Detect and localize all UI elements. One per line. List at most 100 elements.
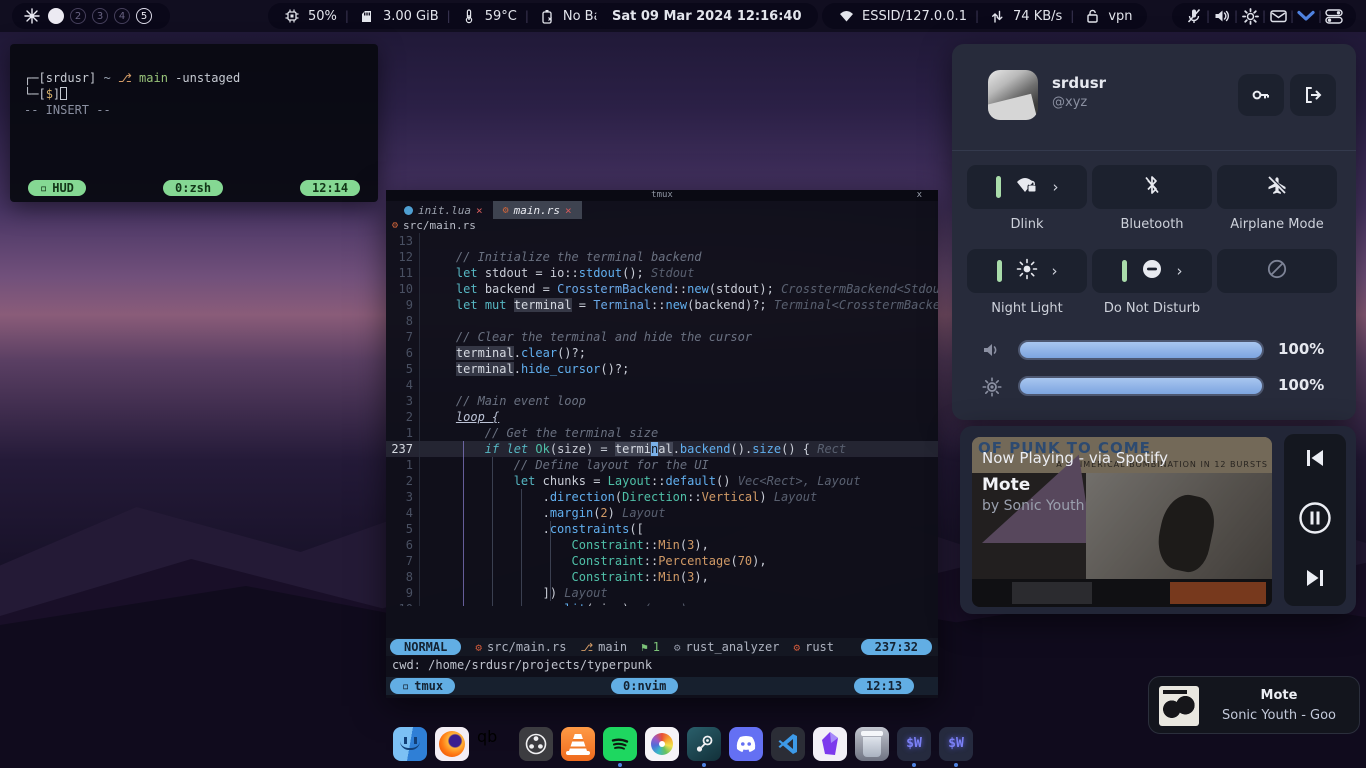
chevron-right-icon[interactable]: › — [1177, 262, 1183, 280]
sun-icon — [1016, 258, 1038, 284]
next-track-button[interactable] — [1304, 568, 1326, 592]
volume-slider[interactable] — [1018, 340, 1264, 360]
code-line: 9 ]) Layout — [386, 585, 938, 601]
close-icon[interactable]: × — [565, 204, 572, 217]
terminal-clock-pill: 12:14 — [300, 180, 360, 196]
statusline-lsp: rust_analyzer — [686, 640, 780, 654]
toggle-do-not-disturb[interactable]: › — [1092, 249, 1212, 293]
user-name: srdusr — [1052, 74, 1106, 92]
mail-icon[interactable] — [1268, 9, 1288, 23]
close-icon[interactable]: x — [917, 190, 922, 201]
dock-item-photos[interactable] — [645, 727, 679, 761]
mic-muted-icon[interactable] — [1184, 8, 1204, 24]
code-line: 7 // Clear the terminal and hide the cur… — [386, 329, 938, 345]
code-line: 5 .constraints([ — [386, 521, 938, 537]
workspace-3[interactable]: 3 — [92, 8, 108, 24]
dock-item-firefox[interactable] — [435, 727, 469, 761]
tab-init.lua[interactable]: init.lua× — [394, 201, 493, 219]
toggle-night-light[interactable]: › — [967, 249, 1087, 293]
tmux-session-pill[interactable]: ▫tmux — [390, 678, 455, 694]
tab-main.rs[interactable]: ⚙main.rs× — [493, 201, 582, 219]
active-indicator — [997, 260, 1002, 282]
avatar[interactable] — [988, 70, 1038, 120]
notification-title: Mote — [1207, 688, 1351, 703]
terminal-window-pill[interactable]: 0:zsh — [163, 180, 223, 196]
track-artist: by Sonic Youth — [982, 498, 1084, 514]
code-line: 3 .direction(Direction::Vertical) Layout — [386, 489, 938, 505]
cpu-value: 50% — [308, 9, 337, 24]
throughput-value: 74 KB/s — [1013, 9, 1062, 24]
code-line: 13 — [386, 233, 938, 249]
volume-icon[interactable] — [1212, 8, 1232, 24]
clock[interactable]: Sat 09 Mar 2024 12:16:40 — [596, 3, 818, 29]
code-line: 10 let backend = CrosstermBackend::new(s… — [386, 281, 938, 297]
code-line: 4 .margin(2) Layout — [386, 505, 938, 521]
brightness-slider[interactable] — [1018, 376, 1264, 396]
toggle-label: Do Not Disturb — [1082, 301, 1222, 316]
desktop: 12345 50% | 3.00 GiB | 59°C | No Bat Sat… — [0, 0, 1366, 768]
chevron-down-icon[interactable] — [1296, 10, 1316, 22]
cursor-position-badge: 237:32 — [861, 639, 932, 655]
media-controls — [1284, 434, 1346, 606]
toggle-bluetooth[interactable] — [1092, 165, 1212, 209]
notification-popup[interactable]: Mote Sonic Youth - Goo — [1148, 676, 1360, 734]
chevron-right-icon[interactable]: › — [1052, 262, 1058, 280]
brightness-slider-row: 100% — [952, 376, 1356, 398]
lsp-gear-icon: ⚙ — [674, 641, 681, 654]
workspace-2[interactable]: 2 — [70, 8, 86, 24]
dock-item-spotify[interactable] — [603, 727, 637, 761]
dock-item-vlc[interactable] — [561, 727, 595, 761]
running-indicator — [912, 763, 916, 767]
terminal-window[interactable]: ┌─[srdusr] ~ ⎇ main -unstaged └─[$] -- I… — [10, 44, 378, 202]
album-thumbnail — [1159, 686, 1199, 726]
star-icon[interactable] — [22, 8, 42, 24]
code-line: 7 Constraint::Percentage(70), — [386, 553, 938, 569]
control-center: srdusr @xyz ›DlinkBluetoothAirplane Mode… — [952, 44, 1356, 420]
toggle-label: Airplane Mode — [1207, 217, 1347, 232]
dock-item-files[interactable] — [393, 727, 427, 761]
dock-item-discord[interactable] — [729, 727, 763, 761]
dock-item-qbittorrent[interactable]: qb — [477, 727, 511, 761]
tmux-window-pill[interactable]: 0:nvim — [611, 678, 678, 694]
editor-window[interactable]: tmux x init.lua×⚙main.rs× ⚙ src/main.rs … — [386, 190, 938, 698]
dock-item-trash[interactable] — [855, 727, 889, 761]
settings-gear-icon[interactable] — [1240, 8, 1260, 25]
toggles-icon[interactable] — [1324, 9, 1344, 24]
close-icon[interactable]: × — [476, 204, 483, 217]
dock-item-vscode[interactable] — [771, 727, 805, 761]
toggle-dlink[interactable]: › — [967, 165, 1087, 209]
now-playing-card[interactable]: OF PUNK TO COMEA CHIMERICAL BOMBINATION … — [972, 437, 1272, 607]
system-tray: ||||| — [1172, 3, 1356, 29]
code-line: 6 Constraint::Min(3), — [386, 537, 938, 553]
essid-value: ESSID/127.0.0.1 — [862, 9, 967, 24]
dock-item-obs[interactable] — [519, 727, 553, 761]
dock-item-steam[interactable] — [687, 727, 721, 761]
logout-button[interactable] — [1290, 74, 1336, 116]
chevron-right-icon[interactable]: › — [1053, 178, 1059, 196]
code-area[interactable]: 1312 // Initialize the terminal backend1… — [386, 233, 938, 606]
wifi-icon — [836, 10, 856, 22]
code-line: 4 — [386, 377, 938, 393]
memory-value: 3.00 GiB — [383, 9, 439, 24]
temperature-value: 59°C — [485, 9, 517, 24]
terminal-session-pill[interactable]: ▫HUD — [28, 180, 86, 196]
active-indicator — [996, 176, 1001, 198]
previous-track-button[interactable] — [1304, 448, 1326, 472]
toggle-disabled[interactable] — [1217, 249, 1337, 293]
dock-item-wezterm[interactable]: $W — [939, 727, 973, 761]
command-line: cwd: /home/srdusr/projects/typerpunk — [392, 658, 938, 674]
pane-icon: ▫ — [402, 679, 409, 693]
diagnostic-flag-icon: ⚑ — [641, 641, 648, 654]
editor-tabs: init.lua×⚙main.rs× — [386, 201, 938, 219]
rust-icon: ⚙ — [503, 205, 509, 216]
dock: qb $W$W — [393, 727, 973, 761]
key-button[interactable] — [1238, 74, 1284, 116]
workspace-4[interactable]: 4 — [114, 8, 130, 24]
pause-button[interactable] — [1298, 501, 1332, 539]
toggle-airplane-mode[interactable] — [1217, 165, 1337, 209]
dock-item-obsidian[interactable] — [813, 727, 847, 761]
workspace-5[interactable]: 5 — [136, 8, 152, 24]
slash-circle-icon — [1266, 258, 1288, 284]
dock-item-wezterm[interactable]: $W — [897, 727, 931, 761]
workspace-1[interactable]: 1 — [48, 8, 64, 24]
